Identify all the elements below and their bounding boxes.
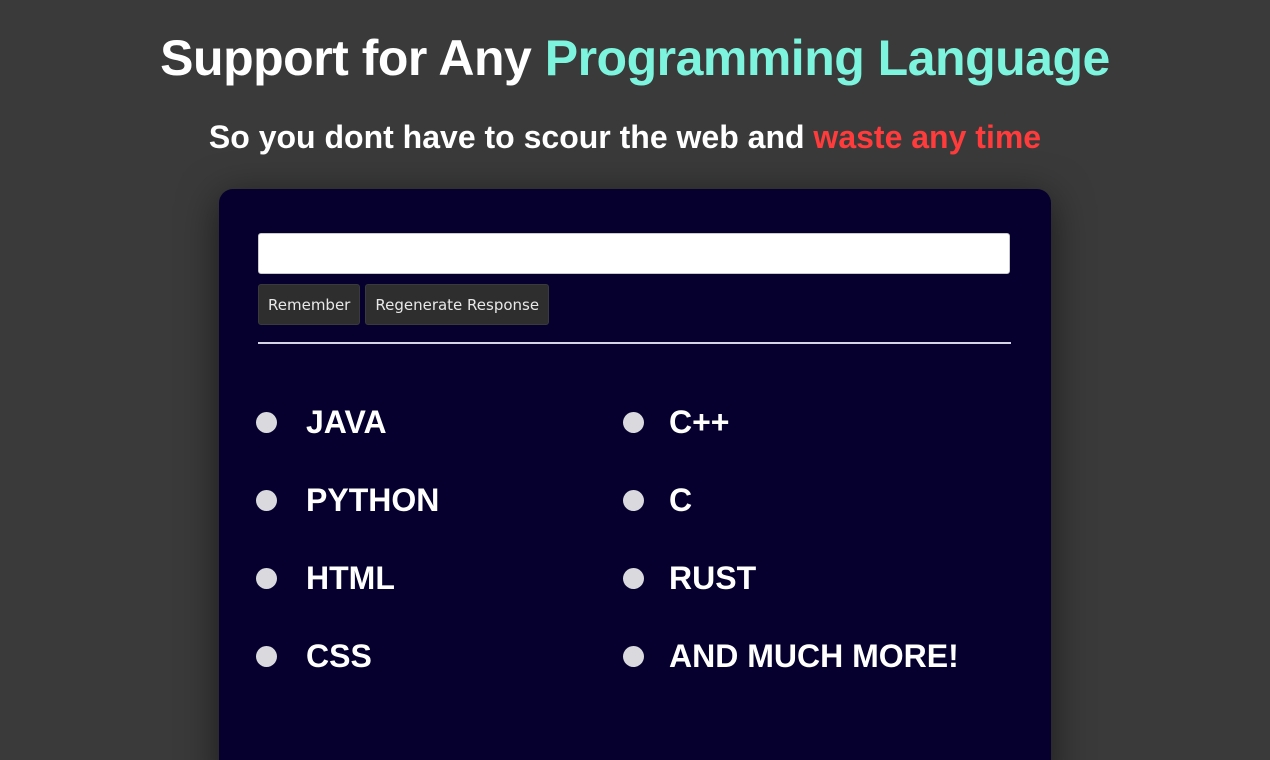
page: Support for Any Programming Language So … — [0, 0, 1270, 760]
page-title-prefix: Support for Any — [160, 30, 545, 86]
language-label: C++ — [669, 404, 730, 440]
bullet-icon — [623, 411, 644, 433]
bullet-icon — [623, 645, 644, 667]
language-label: JAVA — [306, 404, 387, 440]
language-label: PYTHON — [306, 482, 440, 518]
page-title-highlight: Programming Language — [544, 30, 1111, 86]
bullet-icon — [623, 567, 644, 589]
language-item-python: PYTHON — [256, 477, 623, 523]
action-buttons: Remember Regenerate Response — [258, 284, 550, 325]
regenerate-response-button[interactable]: Regenerate Response — [365, 284, 550, 325]
bullet-icon — [623, 489, 644, 511]
page-subtitle: So you dont have to scour the web and wa… — [0, 116, 1250, 158]
language-item-c: C — [623, 477, 1016, 523]
prompt-input[interactable] — [258, 233, 1010, 274]
remember-button[interactable]: Remember — [258, 284, 361, 325]
bullet-icon — [256, 645, 277, 667]
language-list: JAVA C++ PYTHON C HTML RUST CSS AND MUCH… — [256, 399, 1016, 711]
bullet-icon — [256, 567, 277, 589]
divider — [258, 342, 1011, 344]
language-label: AND MUCH MORE! — [669, 638, 959, 674]
bullet-icon — [256, 489, 277, 511]
language-item-html: HTML — [256, 555, 623, 601]
chat-panel: Remember Regenerate Response JAVA C++ PY… — [219, 189, 1051, 760]
page-subtitle-highlight: waste any time — [813, 119, 1042, 155]
language-item-rust: RUST — [623, 555, 1016, 601]
language-label: RUST — [669, 560, 757, 596]
page-title: Support for Any Programming Language — [0, 28, 1270, 88]
language-label: C — [669, 482, 693, 518]
language-item-cpp: C++ — [623, 399, 1016, 445]
language-item-java: JAVA — [256, 399, 623, 445]
page-subtitle-prefix: So you dont have to scour the web and — [208, 119, 814, 155]
bullet-icon — [256, 411, 277, 433]
language-item-more: AND MUCH MORE! — [623, 633, 1016, 679]
language-item-css: CSS — [256, 633, 623, 679]
language-label: CSS — [306, 638, 372, 674]
language-label: HTML — [306, 560, 395, 596]
